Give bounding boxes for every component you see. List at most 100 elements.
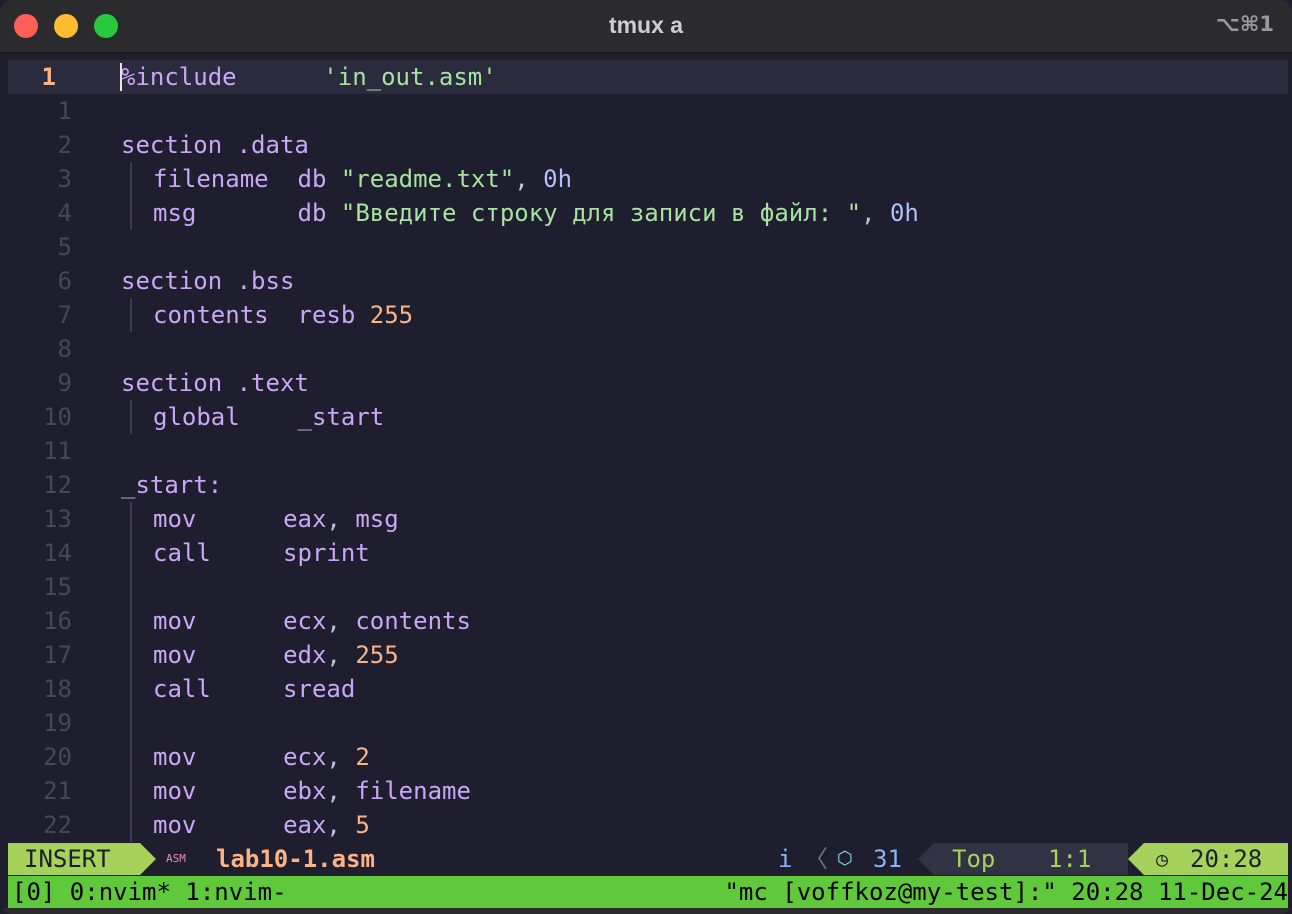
code-line[interactable]: 12 _start: xyxy=(8,468,1288,502)
code-text[interactable]: section .data xyxy=(121,128,309,162)
file-name: lab10-1.asm xyxy=(216,845,375,873)
operand: msg xyxy=(355,505,399,533)
section-name: .bss xyxy=(236,267,295,295)
code-line[interactable]: 14 call sprint xyxy=(8,536,1288,570)
instruction: mov xyxy=(153,641,197,669)
tmux-window-list[interactable]: [0] 0:nvim* 1:nvim- xyxy=(12,876,287,908)
code-line[interactable]: 8 xyxy=(8,332,1288,366)
line-number: 21 xyxy=(43,777,72,805)
indent-guide xyxy=(130,570,132,604)
code-text[interactable]: mov eax, 5 xyxy=(153,808,370,842)
code-line[interactable]: 16 mov ecx, contents xyxy=(8,604,1288,638)
label: filename xyxy=(153,165,269,193)
line-number: 2 xyxy=(57,131,72,159)
code-line[interactable]: 21 mov ebx, filename xyxy=(8,774,1288,808)
word-count: 31 xyxy=(873,845,902,873)
include-directive: %include xyxy=(121,63,237,91)
line-number: 22 xyxy=(43,811,72,839)
indent-guide xyxy=(130,400,132,434)
cursor-position: 1:1 xyxy=(1048,845,1092,873)
section-name: .text xyxy=(236,369,309,397)
time-separator xyxy=(1128,843,1144,875)
vim-statusline: INSERT ASM lab10-1.asm i 〈 ⬡ 31 Top 1:1 … xyxy=(8,843,1288,875)
code-line[interactable]: 13 mov eax, msg xyxy=(8,502,1288,536)
number-literal: 2 xyxy=(355,743,370,771)
tmux-status-right: "mc [voffkoz@my-test]:" 20:28 11-Dec-24 xyxy=(724,878,1288,906)
code-line[interactable]: 11 xyxy=(8,434,1288,468)
keyword: section xyxy=(121,267,223,295)
code-line[interactable]: 15 xyxy=(8,570,1288,604)
mode-indicator: INSERT xyxy=(8,843,140,875)
code-line[interactable]: 2 section .data xyxy=(8,128,1288,162)
code-line[interactable]: 4 msg db "Введите строку для записи в фа… xyxy=(8,196,1288,230)
operand: filename xyxy=(355,777,471,805)
code-text[interactable]: section .text xyxy=(121,366,309,400)
line-number: 1 xyxy=(57,97,72,125)
comma: , xyxy=(861,199,876,227)
line-number: 14 xyxy=(43,539,72,567)
statusline-time: 20:28 xyxy=(1190,845,1263,873)
window-shortcut: ⌥⌘1 xyxy=(1215,12,1274,36)
code-line[interactable]: 17 mov edx, 255 xyxy=(8,638,1288,672)
code-text[interactable]: filename db "readme.txt", 0h xyxy=(153,162,572,196)
code-line[interactable]: 22 mov eax, 5 xyxy=(8,808,1288,842)
code-line[interactable]: 5 xyxy=(8,230,1288,264)
comma: , xyxy=(326,811,341,839)
directive: resb xyxy=(297,301,356,329)
keyword: section xyxy=(121,369,223,397)
code-line[interactable]: 10 global _start xyxy=(8,400,1288,434)
line-number: 12 xyxy=(43,471,72,499)
tmux-status-bar: [0] 0:nvim* 1:nvim- "mc [voffkoz@my-test… xyxy=(8,876,1288,908)
code-text[interactable]: %include 'in_out.asm' xyxy=(121,60,497,94)
code-line[interactable]: 18 call sread xyxy=(8,672,1288,706)
code-text[interactable]: call sread xyxy=(153,672,355,706)
terminal-window: tmux a ⌥⌘1 1 %include 'in_out.asm' 1 2 s… xyxy=(0,0,1292,914)
string-literal: "Введите строку для записи в файл: " xyxy=(340,199,862,227)
keyword: section xyxy=(121,131,223,159)
code-text[interactable]: _start: xyxy=(121,468,222,502)
title-bar: tmux a ⌥⌘1 xyxy=(0,0,1292,53)
code-text[interactable]: contents resb 255 xyxy=(153,298,413,332)
code-line[interactable]: 6 section .bss xyxy=(8,264,1288,298)
indent-guide xyxy=(130,740,132,774)
code-text[interactable]: global _start xyxy=(153,400,384,434)
line-number: 20 xyxy=(43,743,72,771)
code-text[interactable]: section .bss xyxy=(121,264,294,298)
directive: db xyxy=(297,165,327,193)
code-text[interactable]: mov ecx, contents xyxy=(153,604,471,638)
operand: ecx xyxy=(283,743,327,771)
indent-guide xyxy=(130,638,132,672)
number-literal: 5 xyxy=(355,811,370,839)
indent-guide xyxy=(130,162,132,196)
indent-guide xyxy=(130,672,132,706)
operand: sread xyxy=(283,675,356,703)
code-text[interactable]: call sprint xyxy=(153,536,370,570)
code-text[interactable]: mov edx, 255 xyxy=(153,638,399,672)
code-line[interactable]: 7 contents resb 255 xyxy=(8,298,1288,332)
code-line[interactable]: 1 xyxy=(8,94,1288,128)
code-line[interactable]: 9 section .text xyxy=(8,366,1288,400)
window-title: tmux a xyxy=(608,12,684,38)
code-text[interactable]: msg db "Введите строку для записи в файл… xyxy=(153,196,919,230)
instruction: mov xyxy=(153,811,197,839)
comma: , xyxy=(514,165,529,193)
line-number: 5 xyxy=(57,233,72,261)
instruction: mov xyxy=(153,607,197,635)
indent-guide xyxy=(130,808,132,842)
operand: eax xyxy=(283,505,327,533)
code-line[interactable]: 19 xyxy=(8,706,1288,740)
code-line[interactable]: 3 filename db "readme.txt", 0h xyxy=(8,162,1288,196)
line-number: 16 xyxy=(43,607,72,635)
code-text[interactable]: mov eax, msg xyxy=(153,502,399,536)
code-editor[interactable]: 1 %include 'in_out.asm' 1 2 section .dat… xyxy=(8,60,1288,842)
line-number: 19 xyxy=(43,709,72,737)
code-text[interactable]: mov ecx, 2 xyxy=(153,740,370,774)
code-text[interactable]: mov ebx, filename xyxy=(153,774,471,808)
line-number: 7 xyxy=(57,301,72,329)
mode-separator xyxy=(140,843,156,875)
number-literal: 255 xyxy=(355,641,399,669)
code-line-current[interactable]: 1 %include 'in_out.asm' xyxy=(8,60,1288,94)
code-line[interactable]: 20 mov ecx, 2 xyxy=(8,740,1288,774)
directive: db xyxy=(297,199,327,227)
string-literal: "readme.txt" xyxy=(340,165,515,193)
